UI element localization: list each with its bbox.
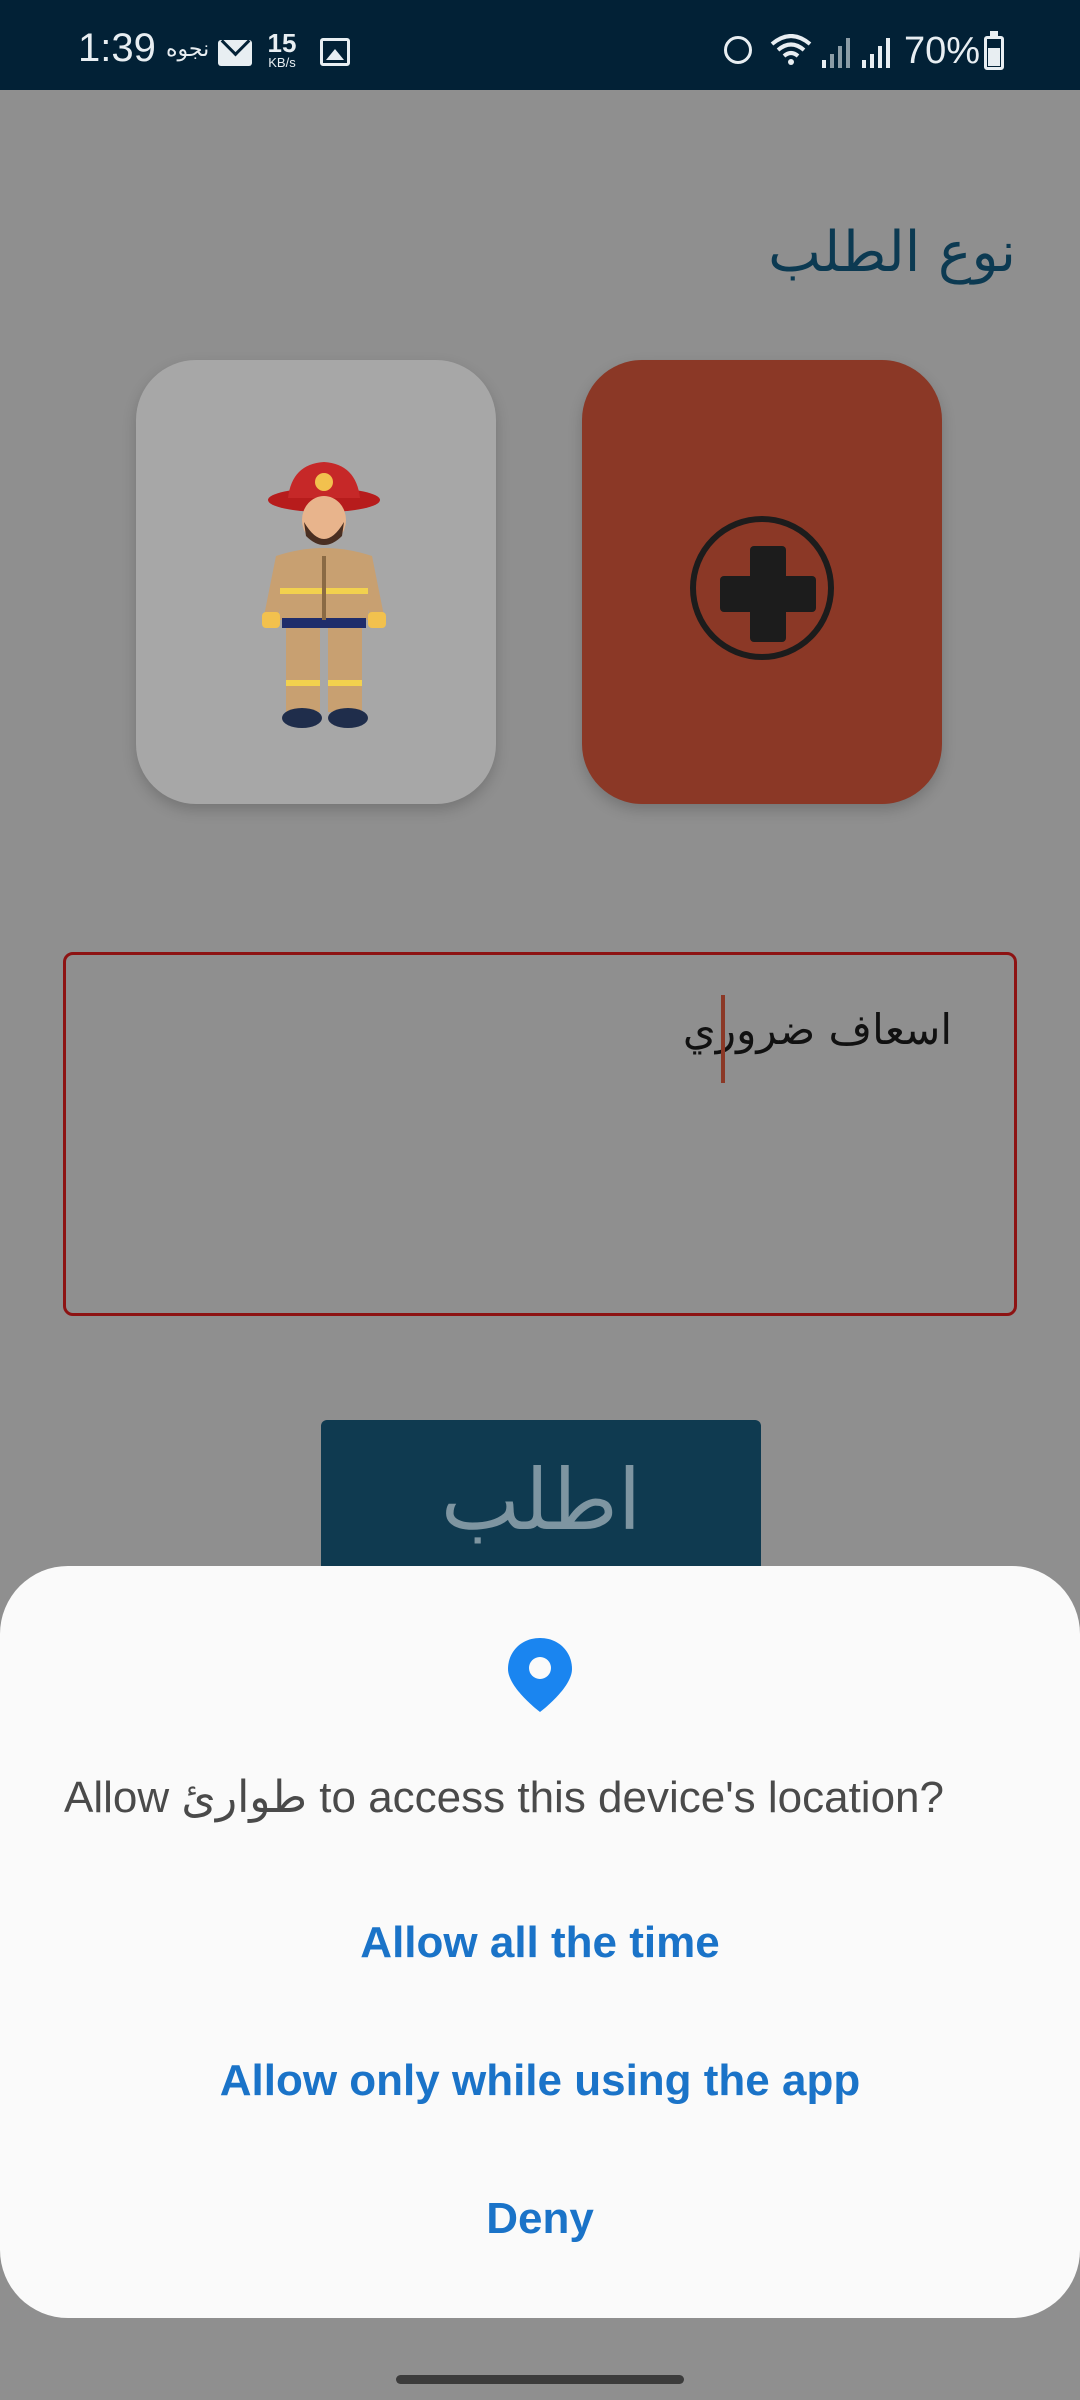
location-pin-icon bbox=[508, 1638, 572, 1712]
dialog-message-prefix: Allow bbox=[64, 1773, 182, 1822]
dialog-message-suffix: to access this device's location? bbox=[307, 1773, 944, 1822]
carrier-text: نجوه bbox=[166, 36, 210, 61]
allow-all-the-time-button[interactable]: Allow all the time bbox=[0, 1918, 1080, 1968]
alarm-icon bbox=[724, 36, 752, 64]
status-time: 1:39 bbox=[78, 26, 156, 70]
allow-while-using-button[interactable]: Allow only while using the app bbox=[0, 2056, 1080, 2106]
network-speed: 15 KB/s bbox=[264, 30, 300, 69]
dialog-app-name: طوارئ bbox=[181, 1772, 308, 1823]
battery-icon bbox=[984, 31, 1004, 70]
location-permission-dialog: Allow طوارئ to access this device's loca… bbox=[0, 1566, 1080, 2318]
signal-icon bbox=[822, 38, 850, 68]
gesture-navigation-handle[interactable] bbox=[396, 2375, 684, 2384]
request-type-ambulance[interactable] bbox=[582, 360, 942, 804]
network-speed-unit: KB/s bbox=[268, 55, 296, 70]
page-title: نوع الطلب bbox=[768, 220, 1016, 285]
mail-icon bbox=[218, 40, 252, 66]
dialog-message: Allow طوارئ to access this device's loca… bbox=[64, 1772, 1024, 1823]
submit-request-button[interactable]: اطلب bbox=[321, 1420, 761, 1580]
request-details-field[interactable]: اسعاف ضروري bbox=[63, 952, 1017, 1316]
text-cursor bbox=[721, 995, 725, 1083]
request-type-firefighter[interactable] bbox=[136, 360, 496, 804]
medical-cross-icon bbox=[690, 516, 834, 660]
battery-percent: 70% bbox=[904, 30, 981, 72]
image-icon bbox=[320, 38, 350, 66]
status-bar: 1:39 نجوه 15 KB/s 70% bbox=[0, 0, 1080, 90]
network-speed-value: 15 bbox=[267, 28, 297, 58]
signal-icon bbox=[862, 38, 890, 68]
firefighter-icon bbox=[262, 462, 386, 728]
wifi-icon bbox=[770, 34, 812, 65]
deny-button[interactable]: Deny bbox=[0, 2194, 1080, 2244]
